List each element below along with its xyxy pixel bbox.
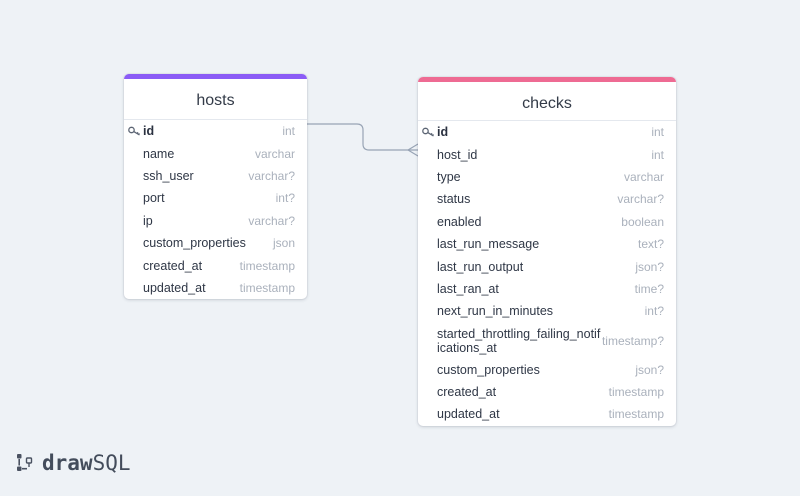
column-name: port xyxy=(143,191,165,206)
column-type: varchar xyxy=(623,169,664,184)
column-row-enabled[interactable]: enabled boolean xyxy=(418,211,676,233)
column-row-name[interactable]: name varchar xyxy=(124,142,307,164)
table-checks[interactable]: checks id int host_id int type varchar s… xyxy=(418,77,676,426)
column-row-type[interactable]: type varchar xyxy=(418,166,676,188)
column-type: json? xyxy=(635,362,664,377)
column-row-ssh-user[interactable]: ssh_user varchar? xyxy=(124,165,307,187)
key-icon xyxy=(422,127,434,137)
column-row-updated-at[interactable]: updated_at timestamp xyxy=(418,403,676,425)
column-name: id xyxy=(437,125,449,140)
column-name: ip xyxy=(143,213,153,228)
column-row-last-run-message[interactable]: last_run_message text? xyxy=(418,233,676,255)
column-row-last-ran-at[interactable]: last_ran_at time? xyxy=(418,278,676,300)
column-name: created_at xyxy=(143,258,203,273)
column-row-next-run-in-minutes[interactable]: next_run_in_minutes int? xyxy=(418,300,676,322)
column-type: json xyxy=(272,236,295,251)
column-type: int? xyxy=(275,191,295,206)
column-name: next_run_in_minutes xyxy=(437,304,554,319)
column-type: varchar xyxy=(254,146,295,161)
column-type: varchar? xyxy=(248,213,295,228)
column-type: boolean xyxy=(621,214,664,229)
column-row-custom-properties[interactable]: custom_properties json? xyxy=(418,359,676,381)
table-title: checks xyxy=(418,82,676,121)
column-row-started-throttling[interactable]: started_throttling_failing_notifications… xyxy=(418,323,676,359)
column-row-updated-at[interactable]: updated_at timestamp xyxy=(124,277,307,299)
column-name: host_id xyxy=(437,147,478,162)
column-name: type xyxy=(437,169,461,184)
column-type: timestamp xyxy=(239,280,295,295)
column-row-last-run-output[interactable]: last_run_output json? xyxy=(418,255,676,277)
logo-text-draw: draw xyxy=(42,451,93,475)
drawsql-logo-text: drawSQL xyxy=(42,451,131,475)
drawsql-logo-icon xyxy=(17,454,33,471)
logo-text-sql: SQL xyxy=(92,451,131,475)
column-list: id int name varchar ssh_user varchar? po… xyxy=(124,120,307,299)
relation-line xyxy=(307,123,418,151)
column-type: timestamp? xyxy=(601,333,664,348)
column-name: name xyxy=(143,146,175,161)
column-type: text? xyxy=(637,237,664,252)
column-type: timestamp xyxy=(608,407,664,422)
column-row-id[interactable]: id int xyxy=(418,121,676,143)
column-type: json? xyxy=(635,259,664,274)
column-name: last_ran_at xyxy=(437,281,499,296)
key-icon xyxy=(128,126,140,136)
column-type: timestamp xyxy=(239,258,295,273)
relation-connector xyxy=(307,123,419,157)
column-name: started_throttling_failing_notifications… xyxy=(437,326,601,355)
table-title: hosts xyxy=(124,79,307,120)
drawsql-logo[interactable]: drawSQL xyxy=(16,451,131,475)
column-name: last_run_message xyxy=(437,237,540,252)
column-name: ssh_user xyxy=(143,168,194,183)
column-row-created-at[interactable]: created_at timestamp xyxy=(418,381,676,403)
column-name: created_at xyxy=(437,385,497,400)
column-row-custom-properties[interactable]: custom_properties json xyxy=(124,232,307,254)
column-type: varchar? xyxy=(248,168,295,183)
column-row-created-at[interactable]: created_at timestamp xyxy=(124,254,307,276)
table-hosts[interactable]: hosts id int name varchar ssh_user varch… xyxy=(124,74,307,300)
column-type: time? xyxy=(634,281,664,296)
column-name: id xyxy=(143,124,155,139)
column-row-port[interactable]: port int? xyxy=(124,187,307,209)
column-row-status[interactable]: status varchar? xyxy=(418,188,676,210)
column-name: enabled xyxy=(437,214,482,229)
column-type: varchar? xyxy=(617,192,664,207)
column-type: int xyxy=(651,125,664,140)
column-type: int? xyxy=(644,304,664,319)
column-name: custom_properties xyxy=(143,236,246,251)
column-type: int xyxy=(651,147,664,162)
column-name: updated_at xyxy=(437,407,500,422)
column-row-host-id[interactable]: host_id int xyxy=(418,143,676,165)
column-type: int xyxy=(282,124,295,139)
column-type: timestamp xyxy=(608,385,664,400)
column-name: status xyxy=(437,192,471,207)
column-list: id int host_id int type varchar status v… xyxy=(418,121,676,426)
column-name: updated_at xyxy=(143,280,206,295)
column-name: custom_properties xyxy=(437,362,540,377)
column-row-id[interactable]: id int xyxy=(124,120,307,142)
column-name: last_run_output xyxy=(437,259,524,274)
column-row-ip[interactable]: ip varchar? xyxy=(124,210,307,232)
